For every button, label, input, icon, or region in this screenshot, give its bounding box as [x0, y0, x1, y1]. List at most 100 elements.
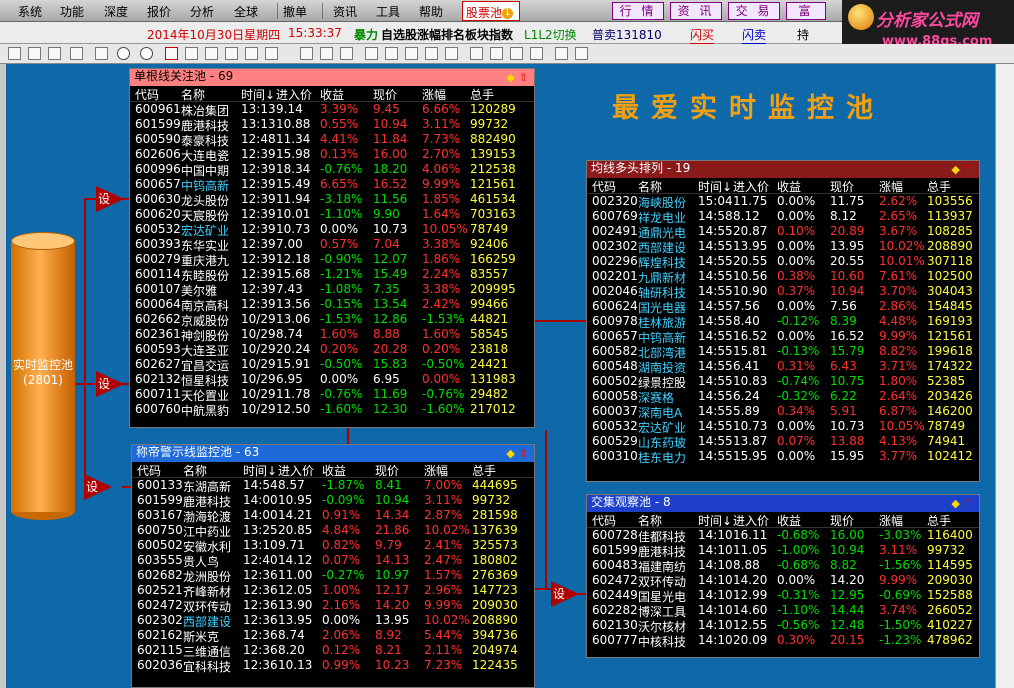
close-icon[interactable]: [95, 47, 108, 60]
ma-bull-panel[interactable]: 均线多头排列 - 19 ◆ ⇧ 代码 名称 时间↓ 进入价 收益 现价 涨幅 总手 002320 海峡股…: [586, 160, 980, 482]
table-row[interactable]: 600620 天宸股份 12:39 10.01 -1.10% 9.90 1.64% 70316…: [130, 207, 534, 223]
table-row[interactable]: 601599 鹿港科技 14:00 10.95 -0.09% 10.94 3.11% 9973…: [132, 493, 534, 509]
quote-button[interactable]: 行 情: [612, 2, 664, 20]
column-header[interactable]: 涨幅: [879, 178, 903, 195]
menu-quote[interactable]: 报价: [147, 3, 171, 20]
column-header[interactable]: 收益: [777, 512, 801, 529]
line-icon[interactable]: [205, 47, 218, 60]
column-header[interactable]: 名称: [638, 512, 662, 529]
table-row[interactable]: 602521 齐峰新材 12:36 12.05 1.00% 12.17 2.96% 14772…: [132, 583, 534, 599]
table-row[interactable]: 600548 湖南投资 14:55 6.41 0.31% 6.43 3.71% 174322: [587, 359, 979, 375]
table-row[interactable]: 600582 北部湾港 14:55 15.81 -0.13% 15.79 8.82% 1996…: [587, 344, 979, 360]
set-button-label[interactable]: 设: [98, 375, 110, 392]
source-pool-cylinder[interactable]: 实时监控池 (2801): [11, 232, 75, 522]
table-row[interactable]: 602449 国星光电 14:10 12.99 -0.31% 12.95 -0.69% 152…: [587, 588, 979, 604]
column-header[interactable]: 收益: [777, 178, 801, 195]
table-row[interactable]: 602606 大连电瓷 12:39 15.98 0.13% 16.00 2.70% 13915…: [130, 147, 534, 163]
fib-icon[interactable]: [405, 47, 418, 60]
cursor-icon[interactable]: [165, 47, 178, 60]
table-row[interactable]: 600657 中钨高新 14:55 16.52 0.00% 16.52 9.99% 12156…: [587, 329, 979, 345]
table-row[interactable]: 600502 绿景控股 14:55 10.83 -0.74% 10.75 1.80% 5238…: [587, 374, 979, 390]
table-row[interactable]: 600630 龙头股份 12:39 11.94 -3.18% 11.56 1.85% 4615…: [130, 192, 534, 208]
column-header[interactable]: 总手: [470, 86, 494, 103]
column-header[interactable]: 代码: [592, 178, 616, 195]
right-scroll-strip[interactable]: [995, 64, 1014, 688]
cycle-icon[interactable]: [470, 47, 483, 60]
table-row[interactable]: 600529 山东药玻 14:55 13.87 0.07% 13.88 4.13% 74941: [587, 434, 979, 450]
column-header[interactable]: 名称: [183, 462, 207, 479]
table-row[interactable]: 600978 桂林旅游 14:55 8.40 -0.12% 8.39 4.48% 169193: [587, 314, 979, 330]
flash-buy-button[interactable]: 闪买: [690, 26, 715, 44]
angle-icon[interactable]: [490, 47, 503, 60]
column-header[interactable]: 进入价: [276, 86, 312, 103]
channel-icon[interactable]: [425, 47, 438, 60]
menu-global[interactable]: 全球: [234, 3, 258, 20]
table-row[interactable]: 601599 鹿港科技 13:13 10.88 0.55% 10.94 3.11% 99732: [130, 117, 534, 133]
table-row[interactable]: 600502 安徽水利 13:10 9.71 0.82% 9.79 2.41% 325573: [132, 538, 534, 554]
menu-function[interactable]: 功能: [60, 3, 84, 20]
panel-header[interactable]: 称帝警示线监控池 - 63 ◆ ⇧: [132, 445, 534, 462]
column-header[interactable]: 涨幅: [422, 86, 446, 103]
table-row[interactable]: 602036 宜科科技 12:36 10.13 0.99% 10.23 7.23% 12243…: [132, 658, 534, 674]
segment-icon[interactable]: [245, 47, 258, 60]
parallel-icon[interactable]: [265, 47, 278, 60]
table-row[interactable]: 602682 龙洲股份 12:36 11.00 -0.27% 10.97 1.57% 2763…: [132, 568, 534, 584]
pin-up-icon[interactable]: ⇧: [519, 447, 528, 460]
column-header[interactable]: 代码: [137, 462, 161, 479]
lock-icon[interactable]: [575, 47, 588, 60]
column-header[interactable]: 涨幅: [424, 462, 448, 479]
table-row[interactable]: 600961 株冶集团 13:13 9.14 3.39% 9.45 6.66% 120289: [130, 102, 534, 118]
table-row[interactable]: 602132 恒星科技 10/29 6.95 0.00% 6.95 0.00% 131983: [130, 372, 534, 388]
column-header[interactable]: 涨幅: [879, 512, 903, 529]
menu-depth[interactable]: 深度: [104, 3, 128, 20]
column-header[interactable]: 进入价: [733, 512, 769, 529]
fortune-button[interactable]: 富: [786, 2, 826, 20]
menu-cancel-order[interactable]: 撤单: [283, 3, 307, 20]
open-folder-icon[interactable]: [28, 47, 41, 60]
set-button-label[interactable]: 设: [98, 190, 110, 207]
table-row[interactable]: 602472 双环传动 14:10 14.20 0.00% 14.20 9.99% 20903…: [587, 573, 979, 589]
panel-header[interactable]: 均线多头排列 - 19 ◆ ⇧: [587, 161, 979, 178]
hold-button[interactable]: 持: [797, 26, 809, 43]
column-header[interactable]: 现价: [375, 462, 399, 479]
table-row[interactable]: 600532 宏达矿业 14:55 10.73 0.00% 10.73 10.05% 7874…: [587, 419, 979, 435]
print-icon[interactable]: [70, 47, 83, 60]
column-header[interactable]: 总手: [472, 462, 496, 479]
table-row[interactable]: 602115 三维通信 12:36 8.20 0.12% 8.21 2.11% 204974: [132, 643, 534, 659]
pin-up-icon[interactable]: ⇧: [964, 163, 973, 176]
table-row[interactable]: 602361 神剑股份 10/29 8.74 1.60% 8.88 1.60% 58545: [130, 327, 534, 343]
zoom-icon[interactable]: [185, 47, 198, 60]
trade-button[interactable]: 交 易: [728, 2, 780, 20]
panel-header[interactable]: 单根线关注池 - 69 ◆ ⇧: [130, 69, 534, 86]
column-header[interactable]: 现价: [830, 512, 854, 529]
ellipse-icon[interactable]: [385, 47, 398, 60]
save-icon[interactable]: [48, 47, 61, 60]
table-row[interactable]: 602282 博深工具 14:10 14.60 -1.10% 14.44 3.74% 2660…: [587, 603, 979, 619]
table-row[interactable]: 002201 九鼎新材 14:55 10.56 0.38% 10.60 7.61% 10250…: [587, 269, 979, 285]
menu-news[interactable]: 资讯: [333, 3, 357, 20]
pin-up-icon[interactable]: ⇧: [519, 71, 528, 84]
menu-help[interactable]: 帮助: [419, 3, 443, 20]
table-row[interactable]: 600532 宏达矿业 12:39 10.73 0.00% 10.73 10.05% 7874…: [130, 222, 534, 238]
table-row[interactable]: 600593 大连圣亚 10/29 20.24 0.20% 20.28 0.20% 23818: [130, 342, 534, 358]
menu-tools[interactable]: 工具: [376, 3, 400, 20]
table-row[interactable]: 602627 宜昌交运 10/29 15.91 -0.50% 15.83 -0.50% 244…: [130, 357, 534, 373]
rect-icon[interactable]: [365, 47, 378, 60]
table-row[interactable]: 602162 斯米克 12:36 8.74 2.06% 8.92 5.44% 394736: [132, 628, 534, 644]
table-row[interactable]: 002296 辉煌科技 14:55 20.55 0.00% 20.55 10.01% 3071…: [587, 254, 979, 270]
table-row[interactable]: 002302 西部建设 14:55 13.95 0.00% 13.95 10.02% 2088…: [587, 239, 979, 255]
table-row[interactable]: 602472 双环传动 12:36 13.90 2.16% 14.20 9.99% 20903…: [132, 598, 534, 614]
table-row[interactable]: 600107 美尔雅 12:39 7.43 -1.08% 7.35 3.38% 209995: [130, 282, 534, 298]
flash-sell-button[interactable]: 闪卖: [742, 26, 767, 44]
text-icon[interactable]: [300, 47, 313, 60]
column-header[interactable]: 时间↓: [241, 86, 275, 103]
price-icon[interactable]: [530, 47, 543, 60]
set-button-label[interactable]: 设: [553, 585, 565, 602]
star-icon[interactable]: ◆: [951, 497, 959, 510]
table-row[interactable]: 600760 中航黑豹 10/29 12.50 -1.60% 12.30 -1.60% 217…: [130, 402, 534, 418]
star-icon[interactable]: ◆: [506, 447, 514, 460]
ray-icon[interactable]: [225, 47, 238, 60]
pause-icon[interactable]: [117, 47, 130, 60]
column-header[interactable]: 名称: [638, 178, 662, 195]
table-row[interactable]: 600657 中钨高新 12:39 15.49 6.65% 16.52 9.99% 12156…: [130, 177, 534, 193]
